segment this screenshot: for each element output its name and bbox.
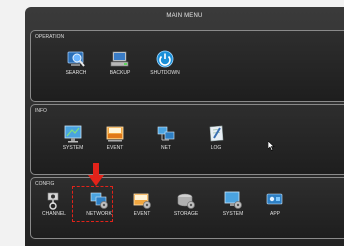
system-info-button[interactable]: SYSTEM bbox=[53, 124, 93, 151]
event-config-label: EVENT bbox=[133, 211, 151, 217]
system-info-label: SYSTEM bbox=[62, 145, 84, 151]
system-info-icon bbox=[64, 125, 82, 143]
operation-panel: OPERATION SEARCH BACKUP SHUTDOWN bbox=[30, 30, 344, 102]
log-button[interactable]: LOG bbox=[196, 124, 236, 151]
shutdown-label: SHUTDOWN bbox=[150, 70, 180, 76]
log-icon bbox=[209, 125, 224, 142]
system-config-button[interactable]: SYSTEM bbox=[213, 190, 253, 217]
info-panel: INFO SYSTEM EVENT NET LOG bbox=[30, 104, 344, 175]
app-label: APP bbox=[269, 211, 280, 217]
storage-icon bbox=[177, 193, 195, 209]
event-config-icon bbox=[133, 193, 151, 209]
net-info-label: NET bbox=[161, 145, 171, 151]
event-info-button[interactable]: EVENT bbox=[95, 124, 135, 151]
power-icon bbox=[156, 50, 174, 68]
backup-label: BACKUP bbox=[109, 70, 131, 76]
network-info-icon bbox=[157, 126, 175, 141]
event-config-button[interactable]: EVENT bbox=[122, 190, 162, 217]
system-config-icon bbox=[224, 191, 242, 209]
channel-icon bbox=[47, 192, 59, 210]
log-label: LOG bbox=[210, 145, 222, 151]
info-label: INFO bbox=[35, 108, 47, 114]
search-label: SEARCH bbox=[65, 70, 87, 76]
app-button[interactable]: APP bbox=[255, 190, 295, 217]
red-arrow-icon bbox=[88, 163, 104, 186]
search-icon bbox=[67, 51, 85, 67]
event-info-label: EVENT bbox=[106, 145, 124, 151]
search-button[interactable]: SEARCH bbox=[56, 49, 96, 76]
channel-label: CHANNEL bbox=[42, 211, 66, 217]
window-title: MAIN MENU bbox=[166, 13, 203, 19]
app-icon bbox=[266, 193, 283, 205]
operation-label: OPERATION bbox=[35, 34, 65, 40]
channel-button[interactable]: CHANNEL bbox=[34, 190, 74, 217]
highlight-box bbox=[72, 186, 113, 222]
event-info-icon bbox=[106, 126, 124, 142]
storage-label: STORAGE bbox=[173, 211, 199, 217]
storage-button[interactable]: STORAGE bbox=[166, 190, 206, 217]
net-info-button[interactable]: NET bbox=[146, 124, 186, 151]
backup-button[interactable]: BACKUP bbox=[100, 49, 140, 76]
config-label: CONFIG bbox=[35, 181, 55, 187]
shutdown-button[interactable]: SHUTDOWN bbox=[145, 49, 185, 76]
system-config-label: SYSTEM bbox=[222, 211, 244, 217]
mouse-cursor-icon bbox=[268, 141, 275, 151]
backup-icon bbox=[110, 51, 129, 67]
